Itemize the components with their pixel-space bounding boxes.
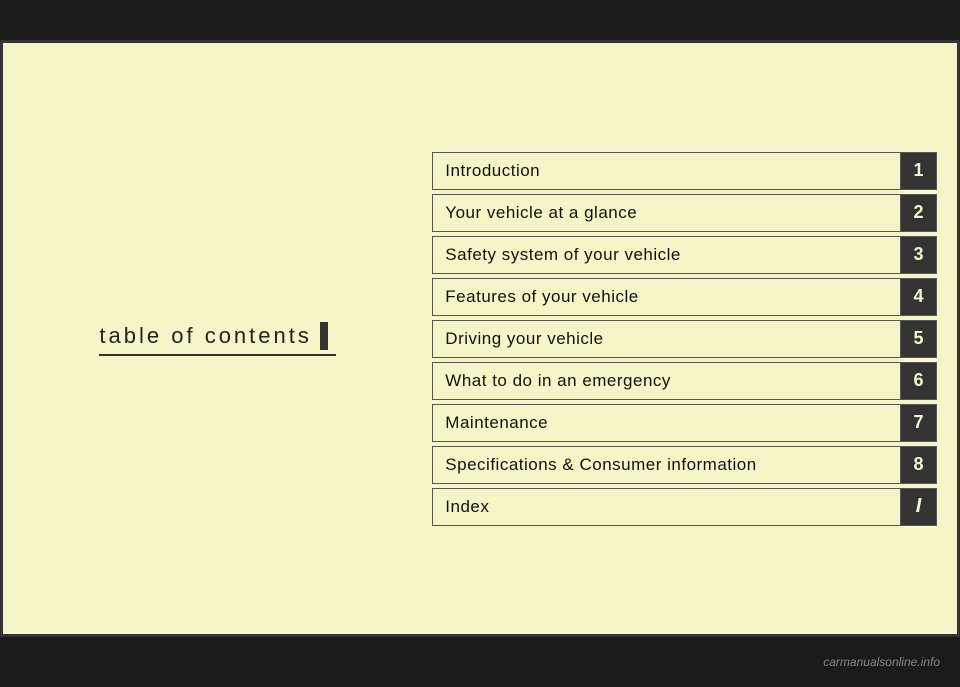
toc-row-introduction[interactable]: Introduction1: [432, 152, 937, 190]
toc-item-emergency[interactable]: What to do in an emergency: [432, 362, 901, 400]
watermark-text: carmanualsonline.info: [823, 655, 940, 669]
toc-row-driving[interactable]: Driving your vehicle5: [432, 320, 937, 358]
toc-item-maintenance[interactable]: Maintenance: [432, 404, 901, 442]
left-panel: table of contents: [3, 43, 432, 634]
bottom-bar: carmanualsonline.info: [0, 637, 960, 687]
toc-row-index[interactable]: IndexI: [432, 488, 937, 526]
toc-item-safety-system[interactable]: Safety system of your vehicle: [432, 236, 901, 274]
toc-title: table of contents: [99, 322, 335, 356]
toc-list: Introduction1Your vehicle at a glance2Sa…: [432, 142, 957, 536]
toc-number-emergency: 6: [901, 362, 937, 400]
toc-row-specifications[interactable]: Specifications & Consumer information8: [432, 446, 937, 484]
toc-number-specifications: 8: [901, 446, 937, 484]
toc-item-introduction[interactable]: Introduction: [432, 152, 901, 190]
toc-item-index[interactable]: Index: [432, 488, 901, 526]
toc-row-maintenance[interactable]: Maintenance7: [432, 404, 937, 442]
toc-row-safety-system[interactable]: Safety system of your vehicle3: [432, 236, 937, 274]
toc-number-safety-system: 3: [901, 236, 937, 274]
toc-number-introduction: 1: [901, 152, 937, 190]
toc-row-emergency[interactable]: What to do in an emergency6: [432, 362, 937, 400]
top-bar: [0, 0, 960, 40]
toc-number-features: 4: [901, 278, 937, 316]
toc-row-vehicle-glance[interactable]: Your vehicle at a glance2: [432, 194, 937, 232]
toc-row-features[interactable]: Features of your vehicle4: [432, 278, 937, 316]
toc-marker: [320, 322, 328, 350]
toc-number-vehicle-glance: 2: [901, 194, 937, 232]
toc-number-driving: 5: [901, 320, 937, 358]
toc-number-index: I: [901, 488, 937, 526]
toc-number-maintenance: 7: [901, 404, 937, 442]
toc-item-features[interactable]: Features of your vehicle: [432, 278, 901, 316]
toc-item-driving[interactable]: Driving your vehicle: [432, 320, 901, 358]
toc-item-vehicle-glance[interactable]: Your vehicle at a glance: [432, 194, 901, 232]
toc-item-specifications[interactable]: Specifications & Consumer information: [432, 446, 901, 484]
toc-title-text: table of contents: [99, 323, 311, 349]
main-content: table of contents Introduction1Your vehi…: [0, 40, 960, 637]
